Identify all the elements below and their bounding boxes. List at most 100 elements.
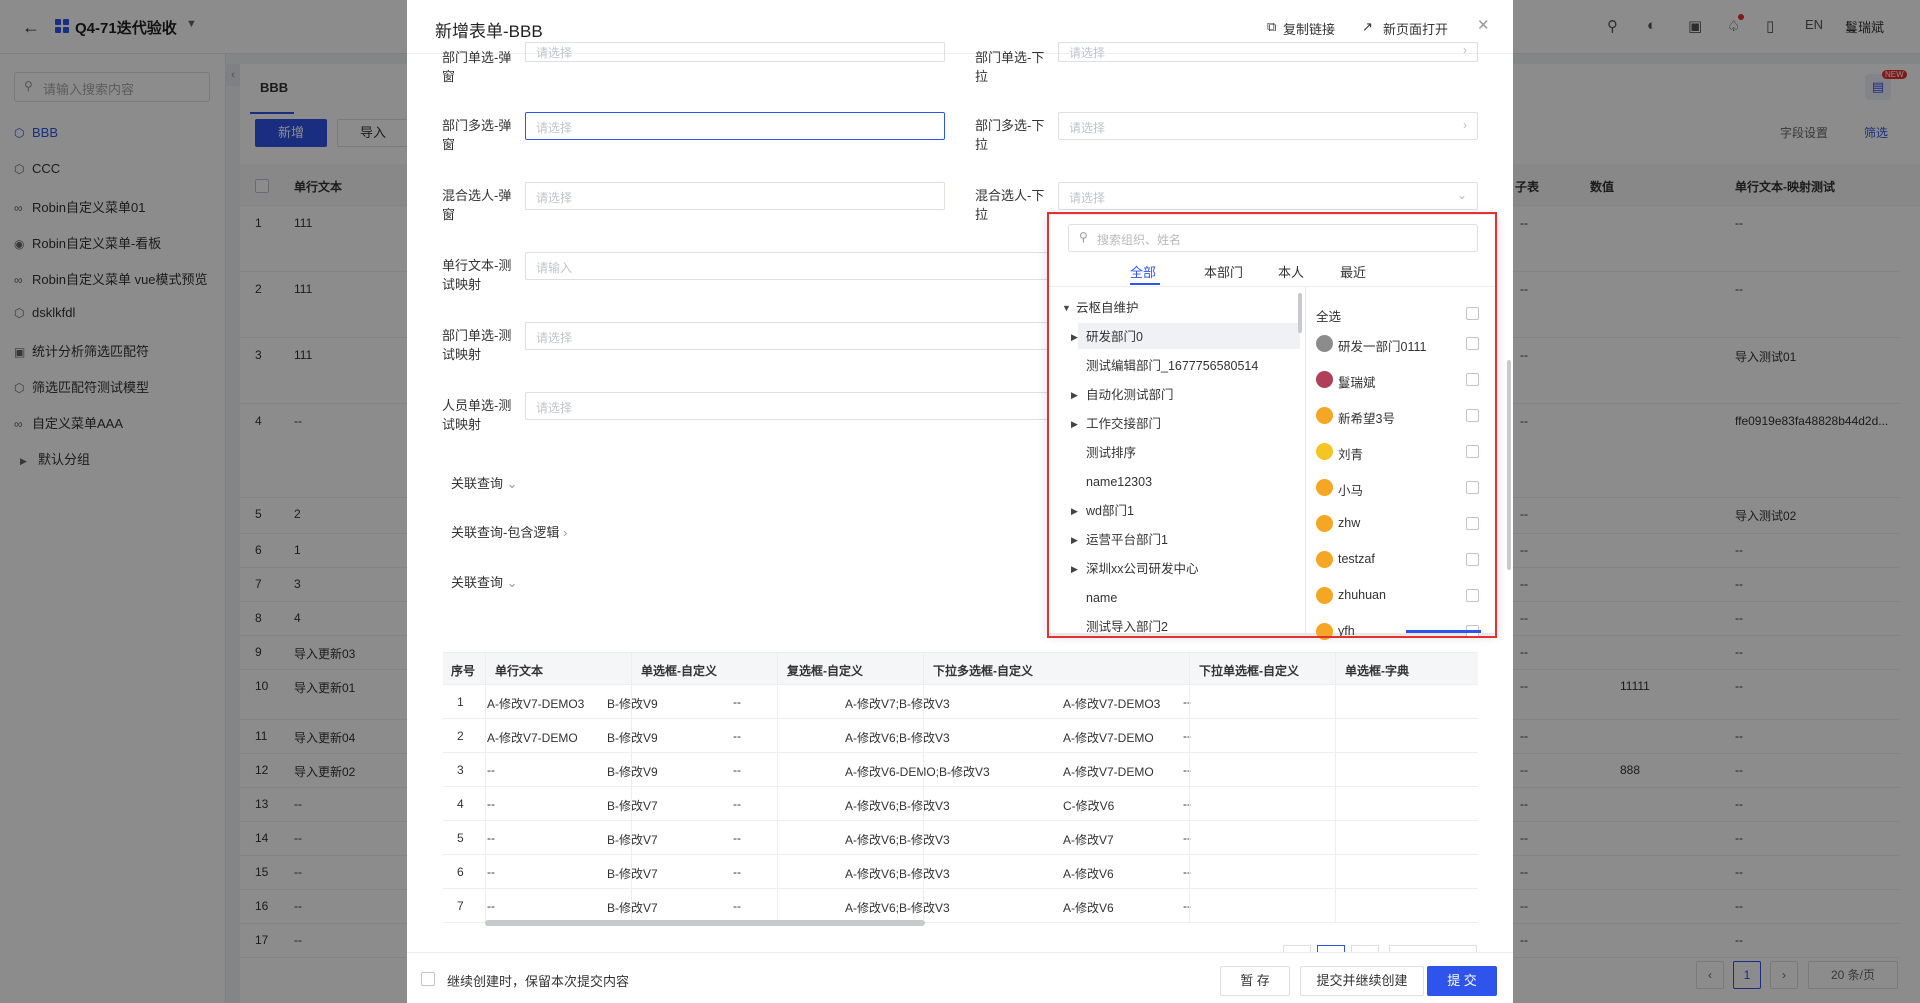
placeholder: 请选择 (536, 46, 573, 60)
sub-table-row[interactable]: 4 -- B-修改V7 -- A-修改V6;B-修改V3 C-修改V6 -- (443, 787, 1478, 821)
sub-table-row[interactable]: 5 -- B-修改V7 -- A-修改V6;B-修改V3 A-修改V7 -- (443, 821, 1478, 855)
modal-scrollbar[interactable] (1507, 360, 1511, 570)
sub-table-cell: B-修改V7 (607, 867, 658, 881)
sub-table: 序号 单行文本 单选框-自定义 复选框-自定义 下拉多选框-自定义 下拉单选框-… (443, 652, 1478, 923)
sub-table-cell: A-修改V6-DEMO;B-修改V3 (845, 765, 990, 779)
field-label: 混合选人-下拉 (975, 188, 1045, 222)
column-divider (485, 652, 486, 922)
copy-icon[interactable]: ⧉ (1267, 19, 1276, 35)
column-divider (1189, 652, 1190, 922)
row-number: 7 (457, 899, 464, 913)
chevron-down-icon: ⌄ (506, 476, 518, 491)
user-mapping-input[interactable]: 请选择 (525, 392, 1055, 420)
submit-button[interactable]: 提 交 (1427, 966, 1497, 996)
column-divider (923, 652, 924, 922)
chevron-down-icon: ⌄ (1456, 188, 1467, 202)
related-query-toggle[interactable]: 关联查询 ⌄ (451, 473, 518, 492)
dept-single-popup-input[interactable]: 请选择 (525, 42, 945, 62)
sub-table-row[interactable]: 6 -- B-修改V7 -- A-修改V6;B-修改V3 A-修改V6 -- (443, 855, 1478, 889)
chevron-right-icon: › (1463, 43, 1467, 57)
sub-table-cell: B-修改V7 (607, 833, 658, 847)
copy-link-button[interactable]: 复制链接 (1283, 19, 1335, 38)
sub-table-cell: -- (733, 831, 741, 845)
external-link-icon[interactable]: ↗ (1362, 19, 1373, 35)
placeholder: 请选择 (536, 191, 573, 205)
column-header: 单选框-自定义 (641, 664, 717, 678)
chevron-right-icon: › (1463, 118, 1467, 132)
dept-mapping-input[interactable]: 请选择 (525, 322, 1055, 350)
column-divider (777, 652, 778, 922)
sub-table-cell: B-修改V9 (607, 697, 658, 711)
sub-table-cell: A-修改V7-DEMO3 (1063, 697, 1161, 711)
sub-table-cell: A-修改V6;B-修改V3 (845, 833, 950, 847)
sub-table-cell: A-修改V6 (1063, 901, 1114, 915)
sub-table-cell: -- (733, 729, 741, 743)
sub-table-header: 序号 单行文本 单选框-自定义 复选框-自定义 下拉多选框-自定义 下拉单选框-… (443, 653, 1478, 685)
sub-table-cell: A-修改V7-DEMO (487, 731, 578, 745)
field-label: 部门单选-弹窗 (442, 50, 512, 84)
sub-table-cell: A-修改V7-DEMO3 (487, 697, 585, 711)
sub-table-cell: -- (733, 695, 741, 709)
sub-table-cell: B-修改V7 (607, 799, 658, 813)
dept-multi-popup-input[interactable]: 请选择 (525, 112, 945, 140)
sub-table-cell: A-修改V6;B-修改V3 (845, 867, 950, 881)
text-mapping-input[interactable]: 请输入 (525, 252, 1055, 280)
sub-table-row[interactable]: 2 A-修改V7-DEMO B-修改V9 -- A-修改V6;B-修改V3 A-修改V7-… (443, 719, 1478, 753)
submit-continue-button[interactable]: 提交并继续创建 (1300, 966, 1424, 996)
sub-table-cell: -- (487, 899, 495, 913)
sub-table-cell: A-修改V7 (1063, 833, 1114, 847)
open-new-page-button[interactable]: 新页面打开 (1383, 19, 1448, 38)
sub-table-cell: A-修改V7;B-修改V3 (845, 697, 950, 711)
placeholder: 请选择 (1069, 191, 1106, 205)
sub-table-cell: B-修改V9 (607, 731, 658, 745)
placeholder: 请选择 (1069, 46, 1106, 60)
placeholder: 请选择 (536, 121, 573, 135)
column-header: 序号 (451, 664, 476, 678)
keep-content-checkbox[interactable] (421, 972, 435, 986)
field-label: 部门多选-弹窗 (442, 118, 512, 152)
sub-table-cell: A-修改V7-DEMO (1063, 731, 1154, 745)
placeholder: 请选择 (536, 331, 573, 345)
column-header: 下拉多选框-自定义 (933, 664, 1033, 678)
related-query-logic-toggle[interactable]: 关联查询-包含逻辑 › (451, 522, 567, 541)
link-label: 关联查询-包含逻辑 (451, 525, 560, 540)
save-draft-button[interactable]: 暂 存 (1220, 966, 1290, 996)
column-header: 下拉单选框-自定义 (1199, 664, 1299, 678)
sub-table-row[interactable]: 3 -- B-修改V9 -- A-修改V6-DEMO;B-修改V3 A-修改V7-DEMO… (443, 753, 1478, 787)
close-icon[interactable]: ✕ (1477, 16, 1490, 34)
row-number: 4 (457, 797, 464, 811)
row-number: 1 (457, 695, 464, 709)
sub-table-row[interactable]: 1 A-修改V7-DEMO3 B-修改V9 -- A-修改V7;B-修改V3 A-修改V7… (443, 685, 1478, 719)
field-label: 单行文本-测试映射 (442, 258, 512, 292)
sub-table-cell: A-修改V6 (1063, 867, 1114, 881)
chevron-down-icon: ⌄ (506, 575, 518, 590)
link-label: 关联查询 (451, 575, 504, 590)
column-divider (1335, 652, 1336, 922)
modal-footer: 继续创建时，保留本次提交内容 暂 存 提交并继续创建 提 交 (407, 952, 1513, 1003)
keep-content-label: 继续创建时，保留本次提交内容 (447, 974, 630, 989)
sub-table-scrollbar[interactable] (485, 920, 925, 926)
mixed-user-dropdown-input[interactable]: 请选择 ⌄ (1058, 182, 1478, 210)
sub-table-cell: A-修改V6;B-修改V3 (845, 901, 950, 915)
placeholder: 请选择 (536, 401, 573, 415)
field-label: 部门单选-下拉 (975, 50, 1045, 84)
sub-table-row[interactable]: 7 -- B-修改V7 -- A-修改V6;B-修改V3 A-修改V6 -- (443, 889, 1478, 923)
field-label: 部门单选-测试映射 (442, 328, 512, 362)
field-label: 混合选人-弹窗 (442, 188, 512, 222)
column-header: 单行文本 (495, 664, 544, 678)
dept-single-dropdown-input[interactable]: 请选择 › (1058, 42, 1478, 62)
row-number: 5 (457, 831, 464, 845)
column-header: 单选框-字典 (1345, 664, 1409, 678)
row-number: 6 (457, 865, 464, 879)
placeholder: 请选择 (1069, 121, 1106, 135)
related-query-toggle-2[interactable]: 关联查询 ⌄ (451, 572, 518, 591)
column-header: 复选框-自定义 (787, 664, 863, 678)
sub-table-cell: C-修改V6 (1063, 799, 1115, 813)
sub-table-cell: A-修改V6;B-修改V3 (845, 731, 950, 745)
chevron-right-icon: › (562, 525, 568, 540)
row-number: 2 (457, 729, 464, 743)
sub-table-cell: -- (733, 865, 741, 879)
mixed-user-popup-input[interactable]: 请选择 (525, 182, 945, 210)
sub-table-cell: -- (487, 831, 495, 845)
dept-multi-dropdown-input[interactable]: 请选择 › (1058, 112, 1478, 140)
